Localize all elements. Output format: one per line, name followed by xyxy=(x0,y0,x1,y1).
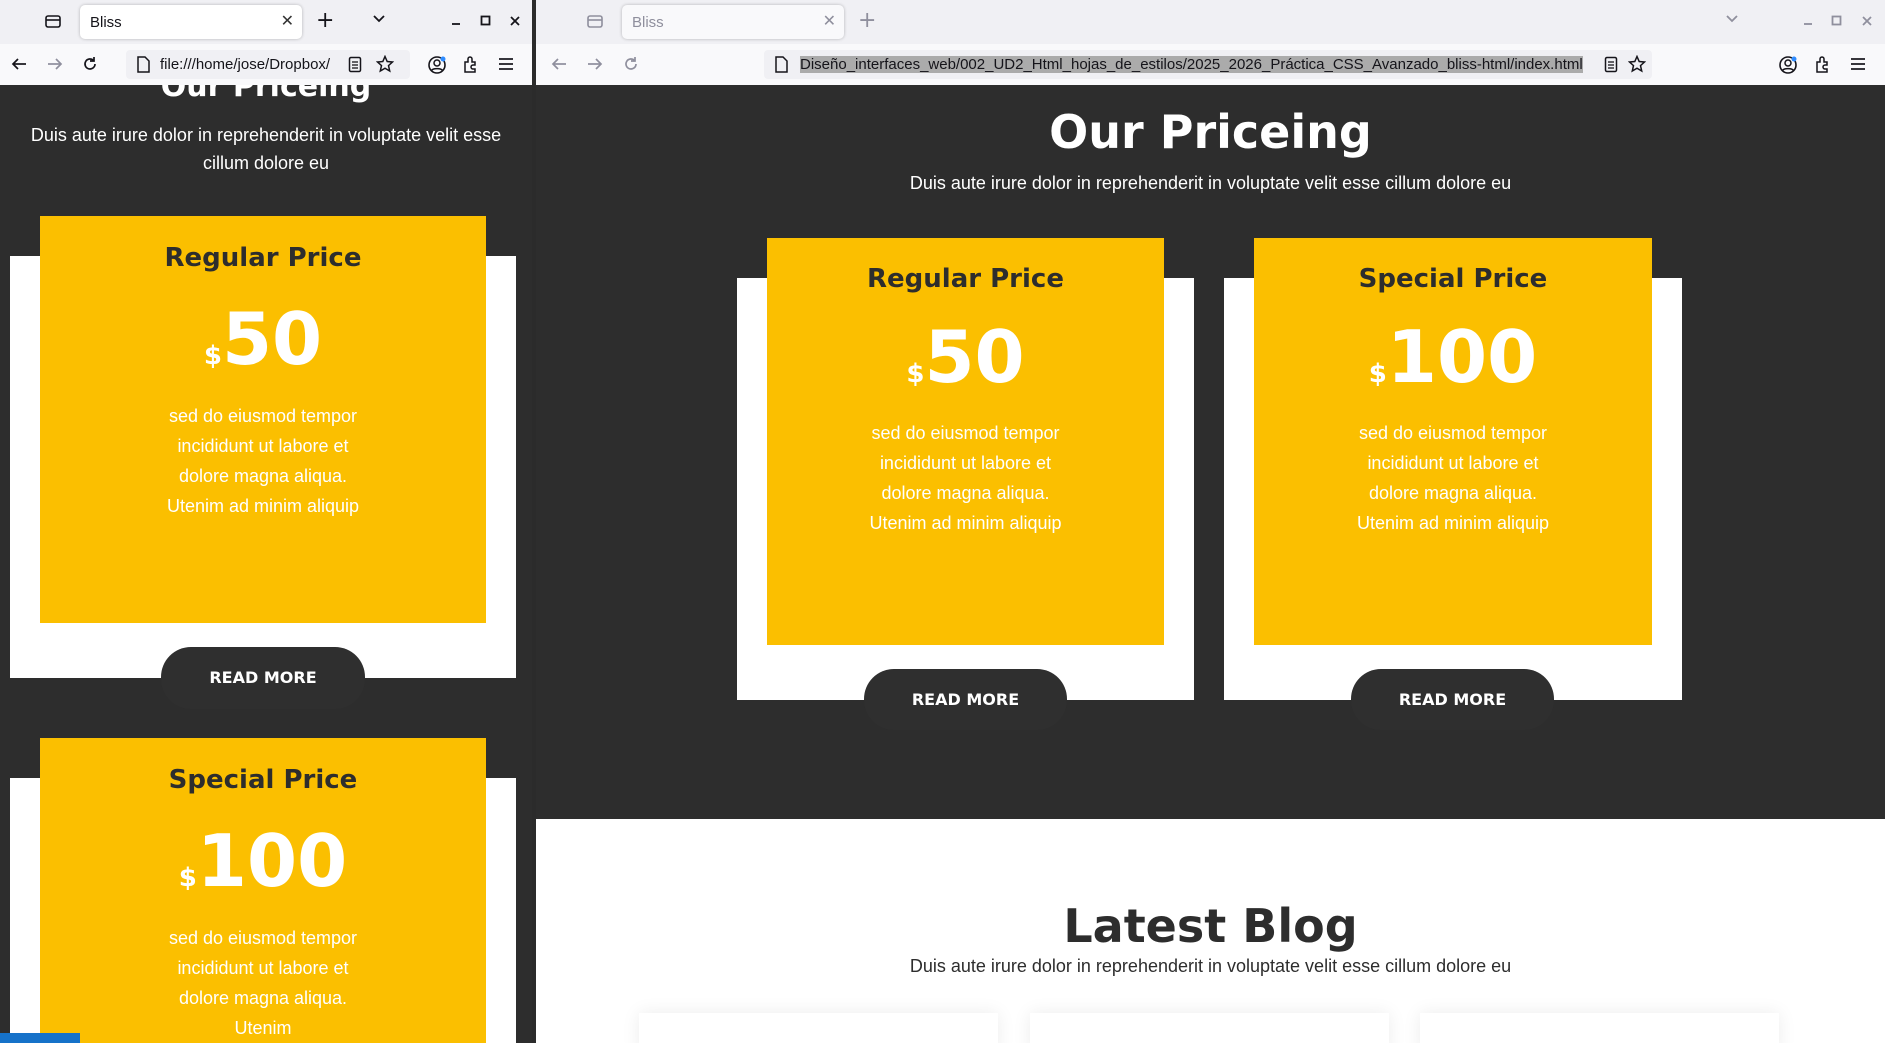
close-icon[interactable]: ✕ xyxy=(281,11,294,30)
url-bar[interactable]: file:///home/jose/Dropbox/ xyxy=(126,50,410,79)
page-icon xyxy=(774,56,788,73)
pricing-card: Special Price $100 sed do eiusmod tempor… xyxy=(40,738,486,1043)
menu-icon[interactable] xyxy=(498,57,514,71)
blog-subtitle: Duis aute irure dolor in reprehenderit i… xyxy=(909,956,1512,976)
price: $100 xyxy=(1254,314,1652,417)
card-description: sed do eiusmod tempor incididunt ut labo… xyxy=(869,423,1062,533)
close-icon[interactable]: ✕ xyxy=(823,11,836,30)
section-subtitle: Duis aute irure dolor in reprehenderit i… xyxy=(30,125,502,173)
card-title: Special Price xyxy=(168,765,358,795)
bookmark-star-icon[interactable] xyxy=(1628,55,1646,73)
tab-list-icon[interactable] xyxy=(44,12,62,30)
pricing-card: Regular Price $50 sed do eiusmod tempor … xyxy=(40,216,486,623)
section-title: Our Priceing xyxy=(160,85,372,104)
bookmark-star-icon[interactable] xyxy=(376,55,394,73)
blog-card[interactable] xyxy=(1420,1013,1779,1043)
chevron-down-icon[interactable] xyxy=(1725,14,1739,24)
url-bar[interactable]: Diseño_interfaces_web/002_UD2_Html_hojas… xyxy=(764,50,1652,79)
read-more-button[interactable]: READ MORE xyxy=(864,669,1067,730)
blog-card[interactable] xyxy=(1030,1013,1389,1043)
menu-icon[interactable] xyxy=(1850,57,1866,71)
account-icon[interactable] xyxy=(1778,55,1798,75)
close-window-icon[interactable] xyxy=(1861,15,1873,27)
currency-symbol: $ xyxy=(1368,359,1387,389)
section-subtitle: Duis aute irure dolor in reprehenderit i… xyxy=(909,173,1512,193)
minimize-icon[interactable] xyxy=(450,14,462,26)
extensions-icon[interactable] xyxy=(1814,55,1832,73)
price-amount: 50 xyxy=(924,315,1025,399)
chevron-down-icon[interactable] xyxy=(372,14,386,24)
page-content: Our Priceing Duis aute irure dolor in re… xyxy=(536,85,1885,1043)
blog-title: Latest Blog xyxy=(1063,899,1358,953)
tab-title: Bliss xyxy=(632,14,664,31)
pricing-card: Regular Price $50 sed do eiusmod tempor … xyxy=(767,238,1164,645)
close-window-icon[interactable] xyxy=(509,15,521,27)
pricing-card: Special Price $100 sed do eiusmod tempor… xyxy=(1254,238,1652,645)
price: $50 xyxy=(40,296,486,399)
navigation-toolbar: Diseño_interfaces_web/002_UD2_Html_hojas… xyxy=(536,44,1885,86)
reload-icon[interactable] xyxy=(622,55,640,73)
currency-symbol: $ xyxy=(203,341,222,371)
card-title: Regular Price xyxy=(164,243,362,273)
blog-card[interactable] xyxy=(639,1013,998,1043)
new-tab-icon[interactable]: + xyxy=(858,8,876,33)
tab-bliss[interactable]: Bliss ✕ xyxy=(80,5,302,39)
currency-symbol: $ xyxy=(178,863,197,893)
reload-icon[interactable] xyxy=(81,55,99,73)
card-title: Regular Price xyxy=(867,264,1064,294)
blog-section: Latest Blog Duis aute irure dolor in rep… xyxy=(536,819,1885,1043)
back-icon[interactable] xyxy=(550,56,568,72)
account-icon[interactable] xyxy=(427,55,447,75)
card-title: Special Price xyxy=(1358,264,1548,294)
reader-mode-icon[interactable] xyxy=(1604,56,1618,73)
page-icon xyxy=(136,56,150,73)
tab-list-icon[interactable] xyxy=(586,12,604,30)
tab-title: Bliss xyxy=(90,14,122,31)
extensions-icon[interactable] xyxy=(462,55,480,73)
url-text[interactable]: Diseño_interfaces_web/002_UD2_Html_hojas… xyxy=(800,56,1583,73)
forward-icon[interactable] xyxy=(586,56,604,72)
card-description: sed do eiusmod tempor incididunt ut labo… xyxy=(168,928,358,1038)
price-amount: 100 xyxy=(1386,315,1538,399)
right-browser-window: Bliss ✕ + Diseño_interfaces_web/002_UD2_… xyxy=(536,0,1885,1043)
price: $50 xyxy=(767,314,1164,417)
price-amount: 50 xyxy=(221,297,323,381)
page-content: Our Priceing Duis aute irure dolor in re… xyxy=(0,85,532,1043)
tab-bar: Bliss ✕ + xyxy=(536,0,1885,44)
read-more-button[interactable]: READ MORE xyxy=(1351,669,1554,730)
maximize-icon[interactable] xyxy=(1831,15,1842,26)
price: $100 xyxy=(40,818,486,921)
currency-symbol: $ xyxy=(906,359,925,389)
read-more-button[interactable]: READ MORE xyxy=(161,647,365,709)
forward-icon[interactable] xyxy=(46,56,64,72)
reader-mode-icon[interactable] xyxy=(348,56,362,73)
back-icon[interactable] xyxy=(10,56,28,72)
maximize-icon[interactable] xyxy=(480,15,491,26)
left-browser-window: Bliss ✕ + file:///home/jose/Dropbox/ Our… xyxy=(0,0,532,1043)
url-text[interactable]: file:///home/jose/Dropbox/ xyxy=(160,56,340,73)
navigation-toolbar: file:///home/jose/Dropbox/ xyxy=(0,44,532,86)
taskbar-fragment xyxy=(0,1033,80,1043)
minimize-icon[interactable] xyxy=(1802,14,1814,26)
tab-bar: Bliss ✕ + xyxy=(0,0,532,44)
card-description: sed do eiusmod tempor incididunt ut labo… xyxy=(1356,423,1550,533)
tab-bliss[interactable]: Bliss ✕ xyxy=(622,5,844,39)
price-amount: 100 xyxy=(196,819,348,903)
new-tab-icon[interactable]: + xyxy=(316,8,334,33)
section-title: Our Priceing xyxy=(1049,105,1372,159)
card-description: sed do eiusmod tempor incididunt ut labo… xyxy=(166,406,360,516)
